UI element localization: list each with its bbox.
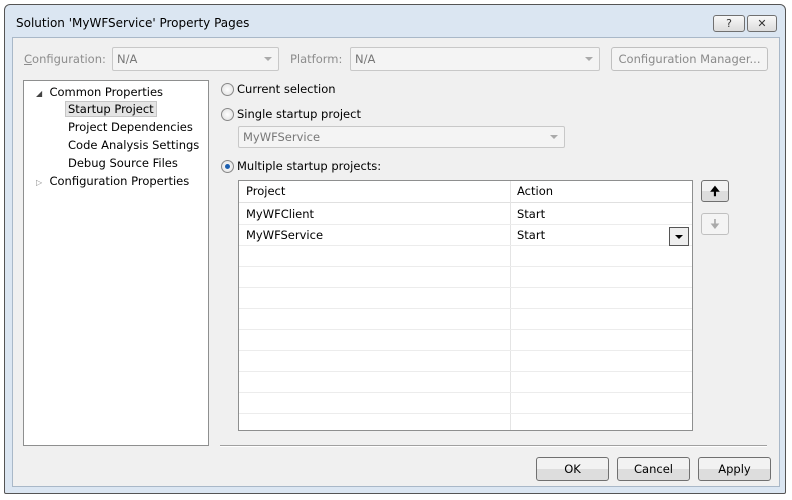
- separator: [220, 445, 767, 447]
- multiple-startup-radio[interactable]: [221, 160, 234, 173]
- tree-item-startup-project[interactable]: Startup Project: [65, 101, 157, 117]
- project-cell: MyWFClient: [246, 207, 315, 221]
- configuration-label-text: onfiguration:: [32, 52, 106, 66]
- help-icon: ?: [726, 17, 732, 30]
- chevron-down-icon: [264, 57, 272, 61]
- tree-item-label: Common Properties: [49, 85, 164, 99]
- action-dropdown-button[interactable]: [669, 227, 689, 246]
- single-startup-value: MyWFService: [243, 130, 321, 144]
- action-cell[interactable]: Start: [510, 225, 545, 246]
- grid-header: Project Action: [239, 181, 692, 203]
- single-startup-radio[interactable]: [221, 108, 234, 121]
- ok-button[interactable]: OK: [536, 457, 609, 481]
- chevron-down-icon: [550, 135, 558, 139]
- configuration-select[interactable]: N/A: [112, 47, 279, 71]
- tree-item-debug-source-files[interactable]: Debug Source Files: [68, 156, 178, 170]
- column-header-project: Project: [246, 184, 286, 198]
- platform-label: Platform:: [290, 52, 343, 66]
- close-button[interactable]: ✕: [747, 15, 777, 32]
- startup-projects-grid[interactable]: Project Action MyWFClient Start MyWFServ…: [238, 180, 693, 431]
- project-cell: MyWFService: [246, 228, 324, 242]
- expanded-triangle-icon: ◢: [36, 89, 43, 98]
- platform-value: N/A: [355, 52, 376, 66]
- tree-item-code-analysis-settings[interactable]: Code Analysis Settings: [68, 138, 199, 152]
- close-icon: ✕: [757, 17, 767, 30]
- help-button[interactable]: ?: [713, 15, 745, 32]
- arrow-down-icon: 🠋: [710, 217, 720, 231]
- current-selection-radio[interactable]: [221, 83, 234, 96]
- chevron-down-icon: [585, 57, 593, 61]
- configuration-value: N/A: [117, 52, 138, 66]
- collapsed-triangle-icon: ▷: [36, 178, 43, 187]
- multiple-startup-label[interactable]: Multiple startup projects:: [237, 159, 381, 173]
- arrow-up-icon: 🠉: [710, 184, 720, 198]
- configuration-manager-button[interactable]: Configuration Manager...: [611, 47, 768, 71]
- single-startup-select[interactable]: MyWFService: [238, 126, 565, 148]
- window-title: Solution 'MyWFService' Property Pages: [16, 16, 250, 30]
- configuration-label: Configuration:: [24, 52, 106, 66]
- apply-button[interactable]: Apply: [698, 457, 771, 481]
- move-up-button[interactable]: 🠉: [701, 180, 729, 202]
- property-tree[interactable]: ◢ Common Properties Startup Project Proj…: [23, 80, 209, 446]
- platform-select[interactable]: N/A: [350, 47, 600, 71]
- tree-item-label: Configuration Properties: [49, 174, 190, 188]
- tree-item-configuration-properties[interactable]: ▷ Configuration Properties: [36, 174, 189, 188]
- column-header-action: Action: [517, 184, 554, 198]
- single-startup-label[interactable]: Single startup project: [237, 107, 361, 121]
- current-selection-label[interactable]: Current selection: [237, 82, 336, 96]
- tree-item-project-dependencies[interactable]: Project Dependencies: [68, 120, 193, 134]
- move-down-button[interactable]: 🠋: [701, 213, 729, 235]
- action-cell[interactable]: Start: [510, 204, 545, 225]
- cancel-button[interactable]: Cancel: [617, 457, 690, 481]
- tree-item-common-properties[interactable]: ◢ Common Properties: [36, 85, 163, 99]
